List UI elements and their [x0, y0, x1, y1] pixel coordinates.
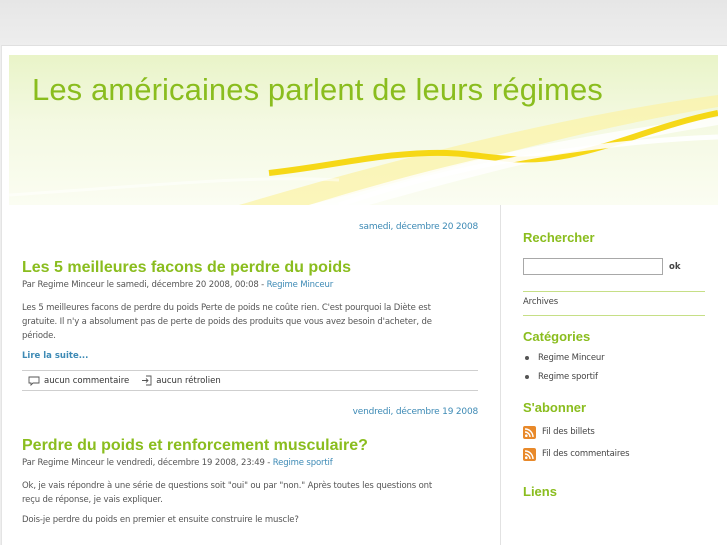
- post-meta: Par Regime Minceur le samedi, décembre 2…: [22, 280, 478, 292]
- site-header: Les américaines parlent de leurs régimes: [9, 55, 718, 205]
- excerpt-line: Les 5 meilleures facons de perdre du poi…: [22, 303, 431, 313]
- excerpt-line: gratuite. Il n'y a absolument pas de per…: [22, 317, 432, 327]
- post-category-link[interactable]: Regime sportif: [273, 458, 333, 468]
- post-meta: Par Regime Minceur le vendredi, décembre…: [22, 458, 478, 470]
- feed-item-posts[interactable]: Fil des billets: [523, 421, 705, 443]
- post-footer: aucun commentaire aucun rétrolien: [22, 370, 478, 391]
- post-meta-text: Par Regime Minceur le samedi, décembre 2…: [22, 280, 267, 290]
- post-title[interactable]: Les 5 meilleures facons de perdre du poi…: [22, 259, 478, 278]
- sidebar-divider: [500, 205, 501, 545]
- trackback-icon: [142, 375, 152, 386]
- subscribe-heading: S'abonner: [523, 400, 587, 415]
- post-date: vendredi, décembre 19 2008: [352, 407, 479, 417]
- comments-label: aucun commentaire: [44, 375, 130, 386]
- post: samedi, décembre 20 2008 Les 5 meilleure…: [22, 222, 478, 391]
- category-item[interactable]: Regime sportif: [523, 367, 705, 386]
- excerpt-line: Ok, je vais répondre à une série de ques…: [22, 481, 433, 491]
- search-heading: Rechercher: [523, 230, 595, 245]
- links-heading: Liens: [523, 484, 557, 499]
- section-divider: [523, 315, 705, 316]
- post: vendredi, décembre 19 2008 Perdre du poi…: [22, 407, 478, 527]
- rss-icon: [523, 425, 536, 439]
- post-excerpt: Les 5 meilleures facons de perdre du poi…: [22, 301, 478, 343]
- feed-item-comments[interactable]: Fil des commentaires: [523, 443, 705, 465]
- section-divider: [523, 291, 705, 292]
- post-category-link[interactable]: Regime Minceur: [267, 280, 334, 290]
- category-item[interactable]: Regime Minceur: [523, 348, 705, 367]
- excerpt-line: Dois-je perdre du poids en premier et en…: [22, 515, 299, 525]
- feed-label: Fil des billets: [542, 427, 595, 437]
- site-title[interactable]: Les américaines parlent de leurs régimes: [32, 72, 603, 108]
- categories-list: Regime Minceur Regime sportif: [523, 348, 705, 386]
- excerpt-line: période.: [22, 331, 56, 341]
- page-top-band: [0, 0, 727, 46]
- search-submit-button[interactable]: ok: [669, 262, 681, 272]
- search-input[interactable]: [523, 258, 663, 275]
- comment-icon: [28, 376, 40, 386]
- read-more-link[interactable]: Lire la suite...: [22, 351, 478, 363]
- categories-heading: Catégories: [523, 329, 591, 344]
- feeds-list: Fil des billets Fil des commentaires: [523, 421, 705, 465]
- post-excerpt: Ok, je vais répondre à une série de ques…: [22, 479, 478, 527]
- post-meta-text: Par Regime Minceur le vendredi, décembre…: [22, 458, 273, 468]
- trackbacks-label: aucun rétrolien: [156, 375, 221, 386]
- sidebar: Rechercher ok Archives Catégories Regime…: [523, 222, 705, 500]
- archives-link[interactable]: Archives: [523, 297, 705, 309]
- feed-label: Fil des commentaires: [542, 449, 630, 459]
- trackbacks-link[interactable]: aucun rétrolien: [141, 375, 221, 386]
- post-date: samedi, décembre 20 2008: [359, 222, 478, 232]
- search-form: ok: [523, 258, 705, 275]
- rss-icon: [523, 447, 536, 461]
- post-title[interactable]: Perdre du poids et renforcement musculai…: [22, 437, 478, 456]
- main-content: samedi, décembre 20 2008 Les 5 meilleure…: [22, 222, 478, 527]
- excerpt-line: reçu de réponse, je vais expliquer.: [22, 495, 163, 505]
- comments-link[interactable]: aucun commentaire: [28, 376, 129, 386]
